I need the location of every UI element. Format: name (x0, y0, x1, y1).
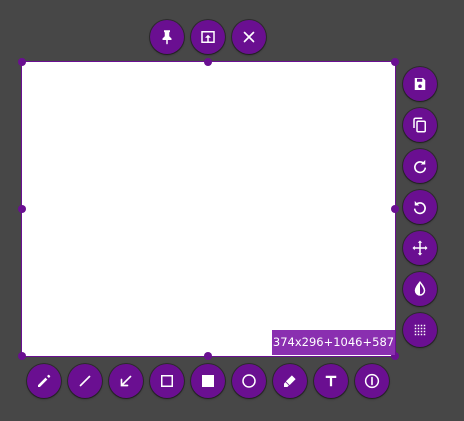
undo-icon (411, 198, 429, 216)
rectangle-icon (158, 372, 176, 390)
counter-button[interactable] (355, 364, 389, 398)
line-button[interactable] (68, 364, 102, 398)
pin-icon (158, 28, 176, 46)
save-icon (411, 75, 429, 93)
close-button[interactable] (232, 20, 266, 54)
resize-handle-top-right[interactable] (391, 58, 399, 66)
selection-geometry-label: 374x296+1046+587 (272, 330, 395, 355)
pixelate-button[interactable] (403, 313, 437, 347)
move-button[interactable] (403, 231, 437, 265)
filled-rectangle-icon (199, 372, 217, 390)
pixelate-icon (411, 321, 429, 339)
upload-button[interactable] (191, 20, 225, 54)
resize-handle-top-left[interactable] (18, 58, 26, 66)
resize-handle-bottom-left[interactable] (18, 352, 26, 360)
resize-handle-left[interactable] (18, 205, 26, 213)
invert-button[interactable] (403, 272, 437, 306)
resize-handle-right[interactable] (391, 205, 399, 213)
filled-rectangle-button[interactable] (191, 364, 225, 398)
redo-icon (411, 157, 429, 175)
marker-icon (281, 372, 299, 390)
redo-button[interactable] (403, 149, 437, 183)
circle-button[interactable] (232, 364, 266, 398)
line-icon (76, 372, 94, 390)
upload-icon (199, 28, 217, 46)
copy-button[interactable] (403, 108, 437, 142)
resize-handle-top[interactable] (204, 58, 212, 66)
circle-icon (240, 372, 258, 390)
marker-button[interactable] (273, 364, 307, 398)
undo-button[interactable] (403, 190, 437, 224)
text-button[interactable] (314, 364, 348, 398)
selection-area[interactable] (21, 61, 396, 357)
counter-icon (363, 372, 381, 390)
resize-handle-bottom[interactable] (204, 352, 212, 360)
arrow-button[interactable] (109, 364, 143, 398)
copy-icon (411, 116, 429, 134)
arrow-icon (117, 372, 135, 390)
rectangle-button[interactable] (150, 364, 184, 398)
pin-button[interactable] (150, 20, 184, 54)
pencil-icon (35, 372, 53, 390)
text-icon (322, 372, 340, 390)
invert-icon (411, 280, 429, 298)
move-icon (411, 239, 429, 257)
close-icon (240, 28, 258, 46)
pencil-button[interactable] (27, 364, 61, 398)
save-button[interactable] (403, 67, 437, 101)
